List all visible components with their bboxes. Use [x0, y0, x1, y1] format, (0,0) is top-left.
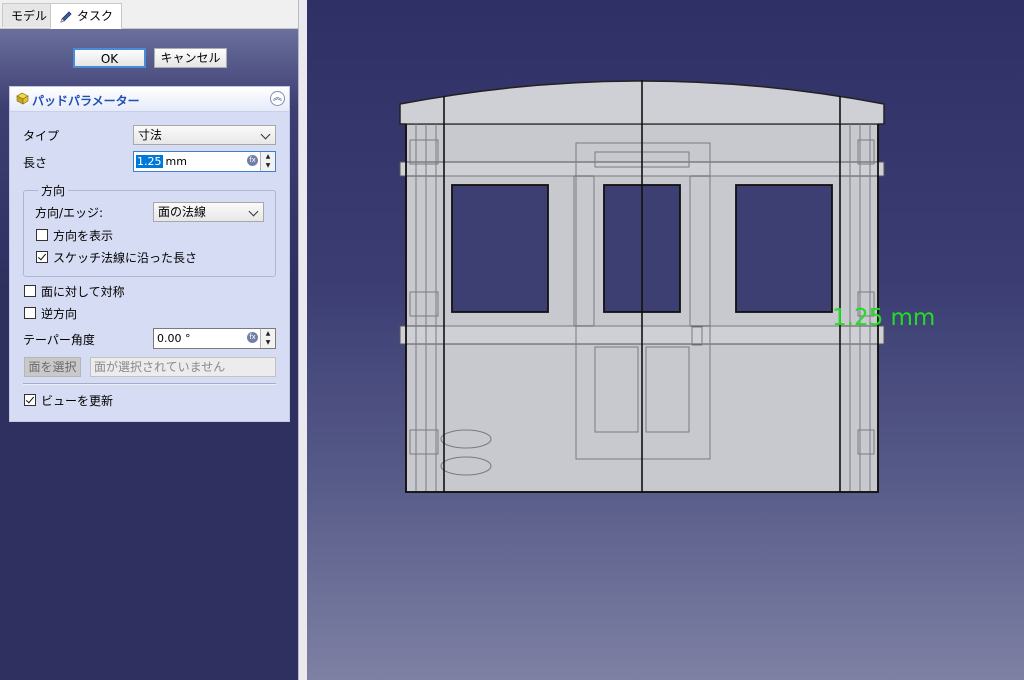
- chevron-down-icon: [248, 206, 259, 217]
- direction-group-title: 方向: [38, 182, 69, 199]
- type-select-value: 寸法: [138, 128, 163, 142]
- reversed-label: 逆方向: [41, 307, 78, 321]
- type-select[interactable]: 寸法: [133, 125, 276, 145]
- taper-angle-value: 0.00 °: [157, 332, 191, 345]
- pad-parameters-header[interactable]: パッドパラメーター ︽: [10, 87, 289, 112]
- length-spin-buttons[interactable]: ▲ ▼: [260, 152, 275, 171]
- symmetric-label: 面に対して対称: [41, 285, 125, 299]
- taper-spin-buttons[interactable]: ▲ ▼: [260, 329, 275, 348]
- length-value: 1.25: [136, 155, 163, 168]
- combo-tabbar: モデル タスク: [0, 0, 300, 29]
- 3d-viewport[interactable]: 1.25 mm: [307, 0, 1024, 680]
- length-input[interactable]: 1.25 mm fx ▲ ▼: [133, 151, 276, 172]
- cancel-button[interactable]: キャンセル: [154, 48, 227, 68]
- combo-view-panel: モデル タスク OK キャンセル パッドパラメーター ︽ タイプ 寸法 長さ 1…: [0, 0, 300, 680]
- dimension-label: 1.25 mm: [832, 305, 936, 331]
- tab-task[interactable]: タスク: [50, 3, 123, 29]
- show-direction-checkbox[interactable]: [36, 229, 48, 241]
- length-unit: mm: [165, 155, 187, 168]
- along-sketch-normal-checkbox[interactable]: [36, 251, 48, 263]
- reversed-checkbox[interactable]: [24, 307, 36, 319]
- taper-angle-label: テーパー角度: [23, 333, 95, 347]
- separator: [23, 383, 276, 385]
- update-view-checkbox[interactable]: [24, 394, 36, 406]
- direction-edge-label: 方向/エッジ:: [35, 206, 104, 220]
- pad-parameters-box: パッドパラメーター ︽ タイプ 寸法 長さ 1.25 mm fx ▲ ▼ 方向 方向…: [9, 86, 290, 422]
- direction-edge-value: 面の法線: [158, 205, 207, 219]
- expression-icon[interactable]: fx: [247, 155, 258, 166]
- type-label: タイプ: [23, 129, 60, 143]
- taper-angle-input[interactable]: 0.00 ° fx ▲ ▼: [153, 328, 276, 349]
- model-drawing: [399, 80, 885, 493]
- task-panel: OK キャンセル パッドパラメーター ︽ タイプ 寸法 長さ 1.25 mm fx…: [0, 29, 300, 680]
- direction-edge-select[interactable]: 面の法線: [153, 202, 264, 222]
- ok-button[interactable]: OK: [73, 48, 146, 68]
- along-sketch-normal-label: スケッチ法線に沿った長さ: [53, 251, 198, 265]
- pad-parameters-title: パッドパラメーター: [32, 94, 140, 108]
- collapse-icon[interactable]: ︽: [270, 91, 285, 106]
- symmetric-checkbox[interactable]: [24, 285, 36, 297]
- tab-model[interactable]: モデル: [2, 3, 57, 27]
- show-direction-label: 方向を表示: [53, 229, 114, 243]
- pencil-icon: [60, 10, 72, 23]
- pad-icon: [16, 92, 29, 105]
- length-label: 長さ: [23, 156, 48, 170]
- expression-icon[interactable]: fx: [247, 332, 258, 343]
- chevron-down-icon: [260, 129, 271, 140]
- update-view-label: ビューを更新: [41, 394, 114, 408]
- tab-task-label: タスク: [77, 9, 114, 23]
- select-face-button[interactable]: 面を選択: [24, 357, 81, 377]
- selected-face-field: 面が選択されていません: [90, 357, 276, 377]
